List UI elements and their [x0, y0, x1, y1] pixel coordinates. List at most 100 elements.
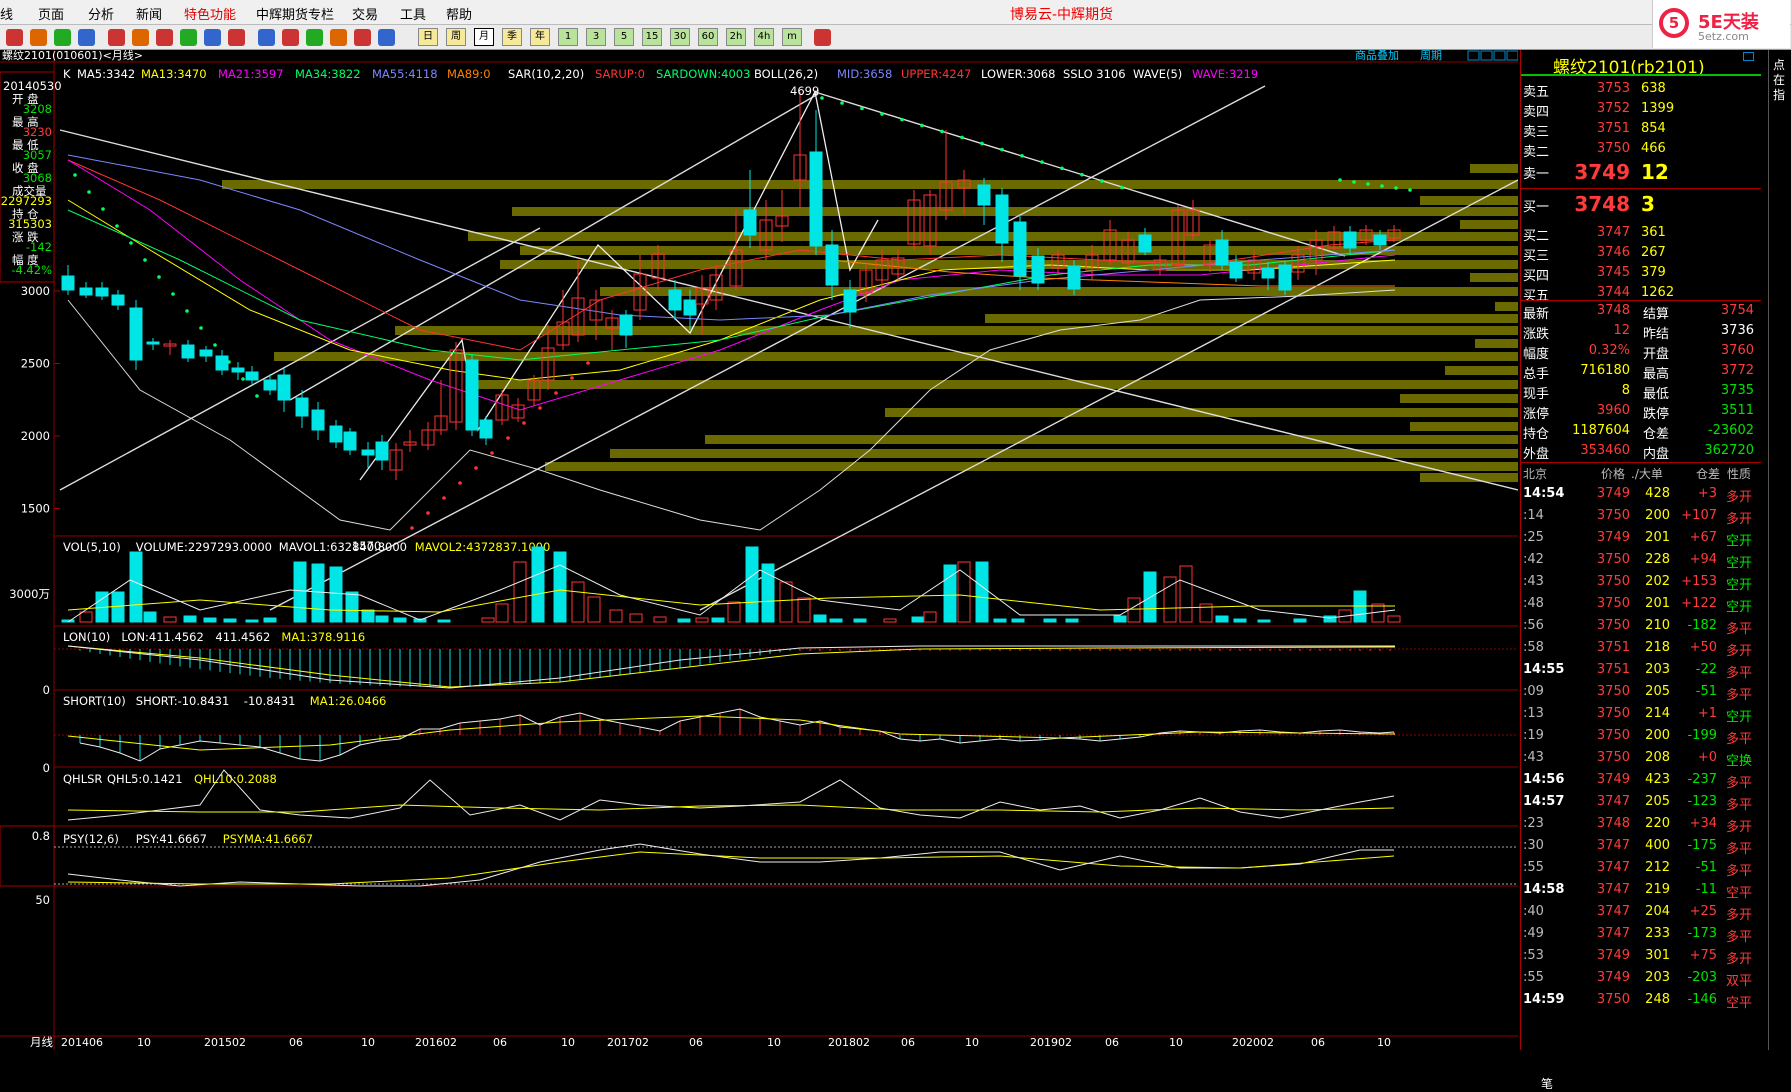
- candle-body-66: [1138, 234, 1152, 253]
- volume-bar-32: [695, 617, 709, 623]
- tick-vol-0: 428: [1645, 486, 1670, 501]
- indicator-15: WAVE(5): [1133, 67, 1182, 81]
- volume-bar-50: [1043, 618, 1057, 623]
- ask-vol-2: 854: [1641, 121, 1666, 136]
- sar-dot-38: [1060, 166, 1064, 171]
- tick-type-7: 多开: [1726, 644, 1753, 659]
- draw-icon[interactable]: [204, 29, 221, 46]
- candle-body-75: [1278, 264, 1292, 291]
- stat-value-a-0: 3748: [1596, 303, 1630, 318]
- menu-item-3[interactable]: 新闻: [136, 4, 162, 23]
- tick-type-17: 多平: [1726, 864, 1753, 879]
- period-button-3[interactable]: 季: [502, 28, 522, 46]
- volume-bar-10: [245, 619, 259, 623]
- ask-label-4: 卖一: [1523, 167, 1550, 182]
- bid-price-2: 3746: [1596, 245, 1630, 260]
- tick-type-6: 多平: [1726, 622, 1753, 637]
- forward-icon[interactable]: [54, 29, 71, 46]
- tick-vol-12: 208: [1645, 750, 1670, 765]
- info-chg: -142: [26, 240, 52, 254]
- period-button-6[interactable]: 3: [586, 28, 606, 46]
- zoom-in-icon[interactable]: [108, 29, 125, 46]
- settings-icon[interactable]: [282, 29, 299, 46]
- sar-dot-9: [199, 326, 203, 330]
- menu-item-7[interactable]: 工具: [400, 4, 426, 23]
- candle-body-59: [1013, 221, 1027, 277]
- menu-item-6[interactable]: 交易: [352, 4, 378, 23]
- tick-type-15: 多开: [1726, 820, 1753, 835]
- time-axis-label-7: 10: [561, 1036, 575, 1049]
- tick-icon[interactable]: [354, 29, 371, 46]
- calendar-icon[interactable]: [814, 29, 831, 46]
- period-button-12[interactable]: 4h: [754, 28, 774, 46]
- tick-time-20: :49: [1523, 926, 1544, 941]
- menu-item-5[interactable]: 中辉期货专栏: [256, 4, 334, 23]
- ask-price-3: 3750: [1596, 141, 1630, 156]
- tick-type-9: 多平: [1726, 688, 1753, 703]
- stat-value-a-7: 353460: [1580, 443, 1630, 458]
- menu-item-1[interactable]: 页面: [38, 4, 64, 23]
- nav-forward-icon[interactable]: [1493, 50, 1506, 61]
- line-icon[interactable]: [330, 29, 347, 46]
- sar-dot-2: [101, 207, 105, 211]
- home-icon[interactable]: [6, 29, 23, 46]
- tick-time-9: :09: [1523, 684, 1544, 699]
- sar-dot-45: [1380, 184, 1384, 188]
- period-button-2[interactable]: 月: [474, 28, 494, 46]
- print-icon[interactable]: [156, 29, 173, 46]
- side-tab[interactable]: 点在指: [1768, 50, 1791, 1050]
- indicator-12: UPPER:4247: [901, 67, 971, 81]
- tick-oi-change-19: +25: [1689, 904, 1717, 919]
- grid-icon[interactable]: [306, 29, 323, 46]
- menu-item-8[interactable]: 帮助: [446, 4, 472, 23]
- volume-bar-59: [1233, 618, 1247, 623]
- volume-bar-11: [263, 617, 277, 623]
- tick-time-13: 14:56: [1523, 772, 1565, 787]
- chart-area[interactable]: 螺纹2101(010601)<月线> 商品叠加 周期 K MA5:3342 MA13:34…: [0, 50, 1518, 1050]
- period-button-8[interactable]: 15: [642, 28, 662, 46]
- sar-dot-12: [241, 377, 245, 381]
- kline-chart[interactable]: 螺纹2101(010601)<月线> 商品叠加 周期 K MA5:3342 MA13:34…: [0, 50, 1518, 1050]
- window-icon[interactable]: [378, 29, 395, 46]
- period-button-11[interactable]: 2h: [726, 28, 746, 46]
- zoom-out-icon[interactable]: [132, 29, 149, 46]
- nav-stop-icon[interactable]: [1506, 50, 1518, 61]
- period-button-7[interactable]: 5: [614, 28, 634, 46]
- candle-body-26: [479, 419, 493, 439]
- restore-window-icon[interactable]: [1743, 52, 1754, 61]
- tick-price-16: 3747: [1596, 838, 1630, 853]
- volume-bar-34: [727, 601, 741, 623]
- menu-item-4[interactable]: 特色功能: [184, 4, 236, 23]
- period-button-4[interactable]: 年: [530, 28, 550, 46]
- period-button-13[interactable]: m: [782, 28, 802, 46]
- nav-rewind-icon[interactable]: [1467, 50, 1480, 61]
- sar-dot-4: [129, 241, 133, 245]
- period-button-0[interactable]: 日: [418, 28, 438, 46]
- period-button-9[interactable]: 30: [670, 28, 690, 46]
- candle-body-74: [1261, 267, 1275, 279]
- nav-play-icon[interactable]: [1480, 50, 1493, 61]
- info-high: 3230: [23, 125, 52, 139]
- refresh-icon[interactable]: [78, 29, 95, 46]
- chart-icon[interactable]: [180, 29, 197, 46]
- period-button-5[interactable]: 1: [558, 28, 578, 46]
- volume-profile-bar-1: [222, 180, 1518, 189]
- stat-label-b-4: 最低: [1643, 387, 1670, 402]
- tick-price-6: 3750: [1596, 618, 1630, 633]
- stat-value-b-4: 3735: [1720, 383, 1754, 398]
- volume-bar-35: [745, 546, 759, 623]
- tick-type-5: 空开: [1726, 600, 1753, 615]
- indicator-1: MA5:3342: [77, 67, 135, 81]
- menu-item-2[interactable]: 分析: [88, 4, 114, 23]
- sar-dot-8: [185, 309, 189, 313]
- period-button-1[interactable]: 周: [446, 28, 466, 46]
- tick-type-16: 多平: [1726, 842, 1753, 857]
- tick-price-3: 3750: [1596, 552, 1630, 567]
- sar-dot-40: [1100, 179, 1104, 183]
- menu-item-0[interactable]: 线: [0, 4, 13, 23]
- time-axis-label-15: 06: [1105, 1036, 1119, 1049]
- tool-icon[interactable]: [258, 29, 275, 46]
- period-button-10[interactable]: 60: [698, 28, 718, 46]
- filter-icon[interactable]: [228, 29, 245, 46]
- back-icon[interactable]: [30, 29, 47, 46]
